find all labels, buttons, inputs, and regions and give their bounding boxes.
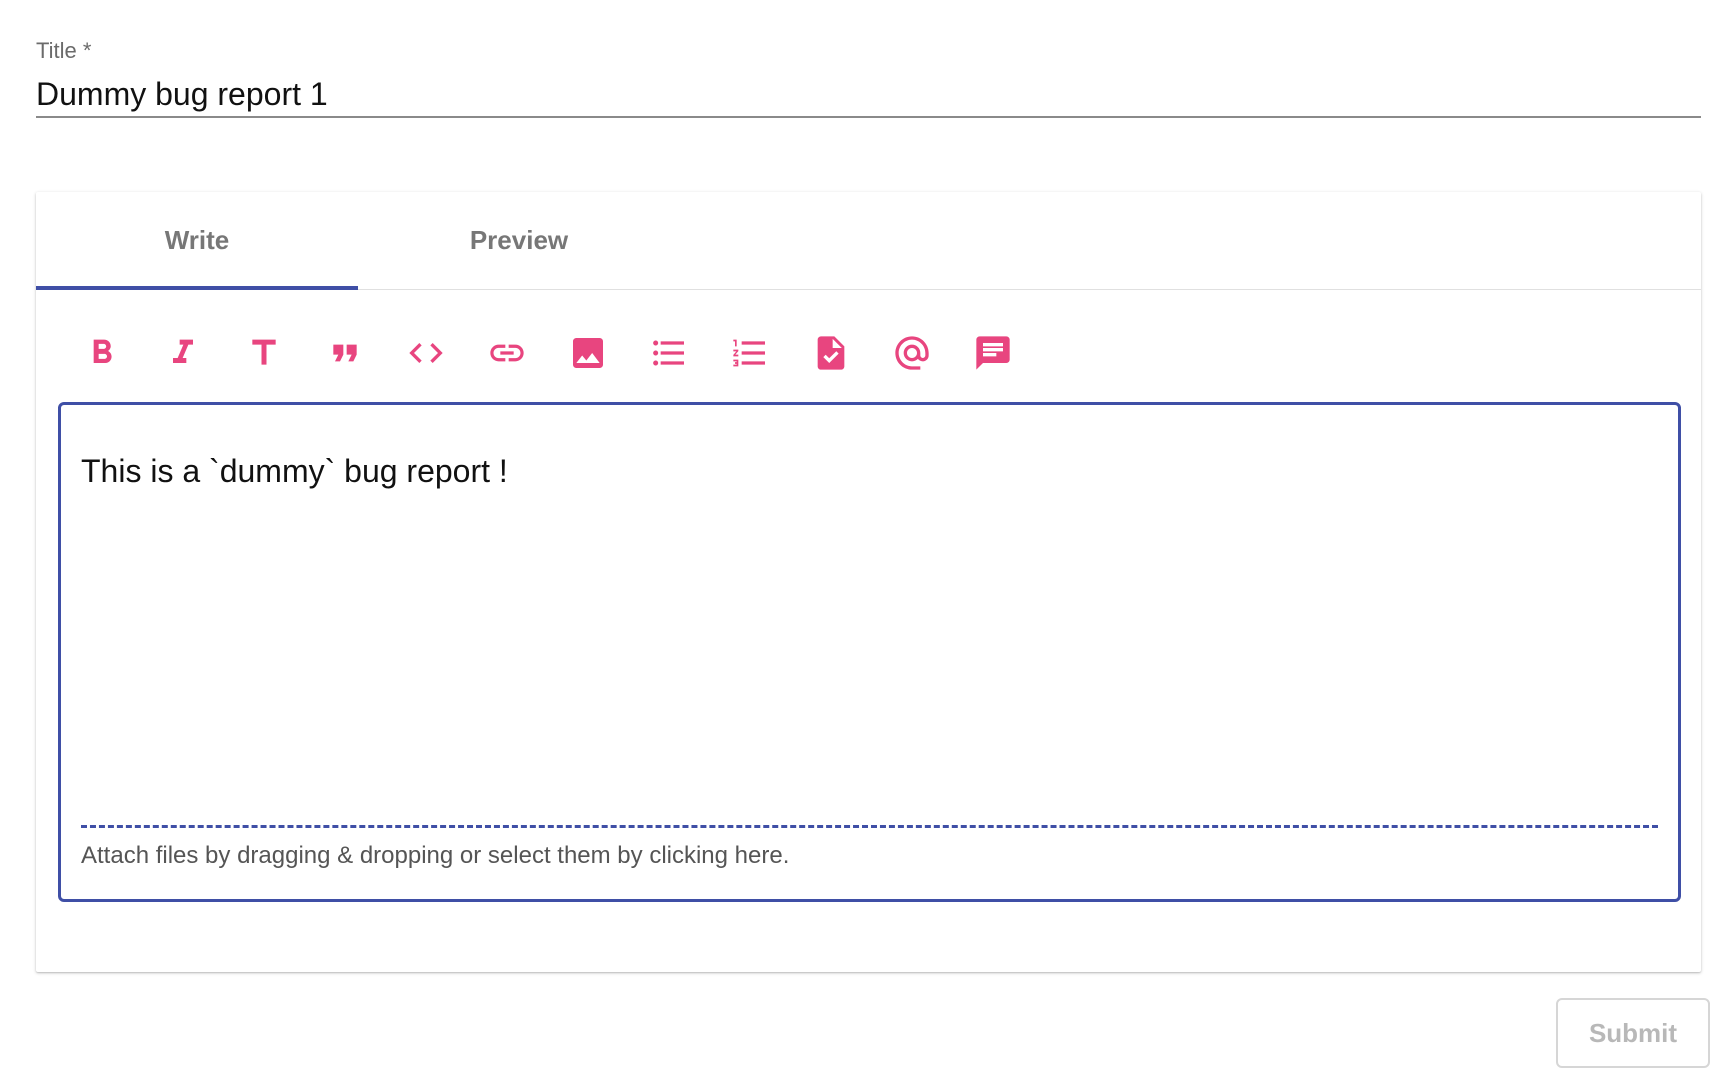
link-icon xyxy=(490,344,524,362)
image-icon xyxy=(573,338,603,368)
submit-button[interactable]: Submit xyxy=(1556,998,1710,1068)
markdown-editor: This is a `dummy` bug report ! Attach fi… xyxy=(58,402,1681,902)
title-field: Title * xyxy=(36,36,1701,118)
title-label: Title * xyxy=(36,38,92,63)
code-button[interactable] xyxy=(404,331,448,375)
mention-button[interactable] xyxy=(890,331,934,375)
saved-reply-button[interactable] xyxy=(971,331,1015,375)
quote-button[interactable] xyxy=(323,331,367,375)
markdown-textarea[interactable]: This is a `dummy` bug report ! xyxy=(81,451,1658,821)
image-button[interactable] xyxy=(566,331,610,375)
italic-icon xyxy=(173,339,193,363)
tab-write[interactable]: Write xyxy=(36,192,358,289)
editor-card: Write Preview This is a `dummy` bug repo… xyxy=(36,192,1701,972)
numbered-list-button[interactable] xyxy=(728,331,772,375)
header-button[interactable] xyxy=(242,331,286,375)
bold-button[interactable] xyxy=(80,331,124,375)
code-icon xyxy=(409,343,443,363)
italic-button[interactable] xyxy=(161,331,205,375)
markdown-toolbar xyxy=(80,328,1052,378)
attach-files-hint: Attach files by dragging & dropping or s… xyxy=(81,842,790,869)
editor-tabs: Write Preview xyxy=(36,192,1701,290)
mention-icon xyxy=(895,336,929,370)
header-icon xyxy=(252,339,276,365)
title-input[interactable] xyxy=(36,72,1701,118)
tab-preview[interactable]: Preview xyxy=(358,192,680,289)
link-button[interactable] xyxy=(485,331,529,375)
attach-files-dropzone[interactable]: Attach files by dragging & dropping or s… xyxy=(81,825,1658,885)
saved-reply-icon xyxy=(976,336,1010,370)
quote-icon xyxy=(333,344,357,362)
numbered-list-icon xyxy=(733,339,765,367)
bulleted-list-icon xyxy=(653,340,684,366)
task-list-button[interactable] xyxy=(809,331,853,375)
bug-report-form: Title * Write Preview xyxy=(0,0,1712,1072)
bulleted-list-button[interactable] xyxy=(647,331,691,375)
bold-icon xyxy=(93,339,112,363)
task-list-icon xyxy=(817,336,845,370)
active-tab-indicator xyxy=(36,286,358,290)
